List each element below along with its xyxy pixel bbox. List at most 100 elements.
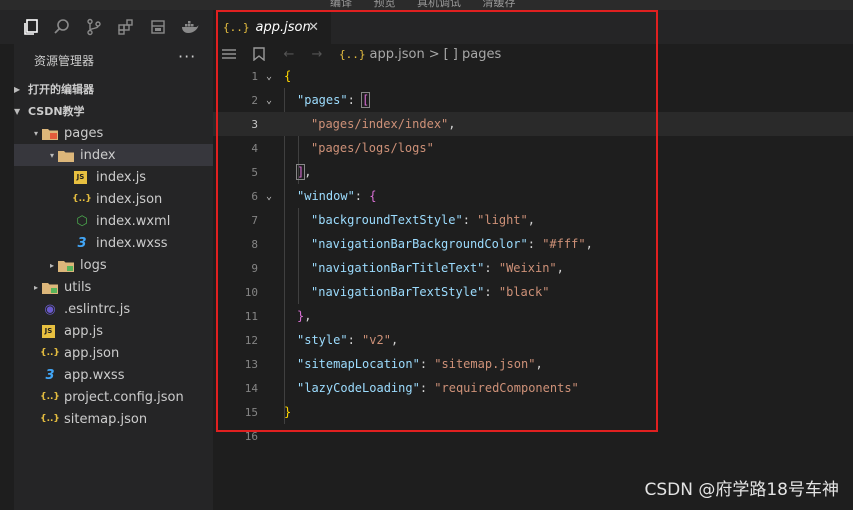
breadcrumb-file[interactable]: app.json xyxy=(370,47,425,62)
code-line-7: "backgroundTextStyle": "light", xyxy=(311,213,535,227)
clear-cache-button[interactable]: 清缓存 xyxy=(483,0,516,9)
tab-label: app.json xyxy=(255,19,311,35)
tree-item-label: index xyxy=(80,147,116,163)
tree-item-index-wxml[interactable]: ⬡ index.wxml xyxy=(14,210,213,232)
folder-icon xyxy=(58,258,74,272)
tree-item-label: .eslintrc.js xyxy=(64,301,131,317)
fold-chevron-icon[interactable]: ⌄ xyxy=(263,71,275,82)
tree-item-utils[interactable]: ▸ utils xyxy=(14,276,213,298)
code-line-11: }, xyxy=(297,309,312,323)
tree-item-index-js[interactable]: JS index.js xyxy=(14,166,213,188)
title-strip: 编译 预览 真机调试 清缓存 xyxy=(0,0,853,10)
line-number: 13 xyxy=(244,357,258,371)
tree-item-label: utils xyxy=(64,279,92,295)
line-number: 8 xyxy=(251,237,258,251)
line-number: 12 xyxy=(244,333,258,347)
tree-item-app-json[interactable]: {..} app.json xyxy=(14,342,213,364)
list-icon[interactable] xyxy=(219,44,239,64)
compile-button[interactable]: 编译 xyxy=(330,0,352,9)
docker-icon[interactable] xyxy=(179,16,201,38)
tree-item-label: app.wxss xyxy=(64,367,125,383)
tree-item-index[interactable]: ▾ index xyxy=(14,144,213,166)
line-number: 14 xyxy=(244,381,258,395)
json-file-icon: {..} xyxy=(339,47,366,61)
tab-app-json[interactable]: {..} app.json ✕ xyxy=(213,10,331,44)
preview-button[interactable]: 预览 xyxy=(374,0,396,9)
tree-item-label: index.js xyxy=(96,169,147,185)
back-arrow-icon[interactable]: ← xyxy=(279,44,299,64)
tree-item-project-config-json[interactable]: {..} project.config.json xyxy=(14,386,213,408)
code-line-5: ], xyxy=(295,164,312,180)
section-label: CSDN教学 xyxy=(28,105,85,118)
debug-icon[interactable] xyxy=(147,16,169,38)
tree-item-label: app.json xyxy=(64,345,120,361)
json-icon: {..} xyxy=(40,392,60,402)
line-number: 6 xyxy=(251,189,258,203)
editor-line: 15 xyxy=(213,400,853,424)
wxml-icon: ⬡ xyxy=(76,213,88,229)
tree-item-label: app.js xyxy=(64,323,103,339)
tree-item-app-wxss[interactable]: 3 app.wxss xyxy=(14,364,213,386)
fold-chevron-icon[interactable]: ⌄ xyxy=(263,191,275,202)
line-number: 10 xyxy=(244,285,258,299)
forward-arrow-icon[interactable]: → xyxy=(307,44,327,64)
line-number: 4 xyxy=(251,141,258,155)
tab-bar: {..} app.json ✕ xyxy=(213,10,853,44)
tree-item-label: index.wxml xyxy=(96,213,171,229)
watermark: CSDN @府学路18号车神 xyxy=(644,480,839,500)
line-number: 11 xyxy=(244,309,258,323)
line-number: 5 xyxy=(251,165,258,179)
wxss-icon: 3 xyxy=(77,235,87,251)
json-icon: {..} xyxy=(72,194,92,204)
breadcrumb-bar: ← → {..} app.json > [ ] pages xyxy=(213,44,853,64)
chevron-down-icon: ▼ xyxy=(14,106,21,116)
more-actions-icon[interactable]: ··· xyxy=(178,47,196,66)
search-icon[interactable] xyxy=(51,16,73,38)
tree-item-label: sitemap.json xyxy=(64,411,148,427)
chevron-down-icon[interactable]: ▾ xyxy=(30,129,42,138)
tree-item-logs[interactable]: ▸ logs xyxy=(14,254,213,276)
chevron-down-icon[interactable]: ▾ xyxy=(46,151,58,160)
json-file-icon: {..} xyxy=(223,20,250,34)
folder-open-icon xyxy=(58,148,74,162)
code-line-10: "navigationBarTextStyle": "black" xyxy=(311,285,550,299)
files-icon[interactable] xyxy=(20,16,42,38)
section-open-editors[interactable]: ▶ 打开的编辑器 xyxy=(14,78,213,100)
tree-item-index-wxss[interactable]: 3 index.wxss xyxy=(14,232,213,254)
tree-item-pages[interactable]: ▾ pages xyxy=(14,122,213,144)
tree-item-app-js[interactable]: JS app.js xyxy=(14,320,213,342)
wxss-icon: 3 xyxy=(45,367,55,383)
tree-item-index-json[interactable]: {..} index.json xyxy=(14,188,213,210)
tree-item-eslintrc-js[interactable]: ◉ .eslintrc.js xyxy=(14,298,213,320)
json-icon: {..} xyxy=(40,414,60,424)
tree-item-label: index.wxss xyxy=(96,235,168,251)
tree-item-sitemap-json[interactable]: {..} sitemap.json xyxy=(14,408,213,430)
code-line-4: "pages/logs/logs" xyxy=(311,141,434,155)
code-editor[interactable]: 1 ⌄ 2 ⌄ 3 4 5 6 ⌄ 7 8 9 10 11 12 13 14 15 16 { "pages": [ … xyxy=(213,64,853,510)
remote-debug-button[interactable]: 真机调试 xyxy=(417,0,461,9)
section-workspace[interactable]: ▼ CSDN教学 xyxy=(14,100,213,122)
activity-bar xyxy=(0,10,213,44)
breadcrumb-symbol[interactable]: [ ] pages xyxy=(444,47,502,62)
chevron-right-icon[interactable]: ▸ xyxy=(46,261,58,270)
folder-open-icon xyxy=(42,126,58,140)
breadcrumb-separator: > xyxy=(428,46,440,62)
bookmark-icon[interactable] xyxy=(249,44,269,64)
editor-area: {..} app.json ✕ ← → {..} app.json > [ ] … xyxy=(213,10,853,510)
code-line-13: "sitemapLocation": "sitemap.json", xyxy=(297,357,543,371)
line-number: 7 xyxy=(251,213,258,227)
code-line-3: "pages/index/index", xyxy=(311,117,456,131)
chevron-right-icon[interactable]: ▸ xyxy=(30,283,42,292)
code-line-9: "navigationBarTitleText": "Weixin", xyxy=(311,261,564,275)
eslint-icon: ◉ xyxy=(44,301,56,317)
line-number: 3 xyxy=(251,117,258,131)
code-line-6: "window": { xyxy=(297,189,377,203)
close-icon[interactable]: ✕ xyxy=(308,20,319,35)
chevron-right-icon: ▶ xyxy=(14,84,21,94)
code-line-1: { xyxy=(284,69,292,83)
code-line-2: "pages": [ xyxy=(297,92,371,108)
line-number: 2 xyxy=(251,93,258,107)
extensions-icon[interactable] xyxy=(115,16,137,38)
source-control-icon[interactable] xyxy=(83,16,105,38)
fold-chevron-icon[interactable]: ⌄ xyxy=(263,95,275,106)
